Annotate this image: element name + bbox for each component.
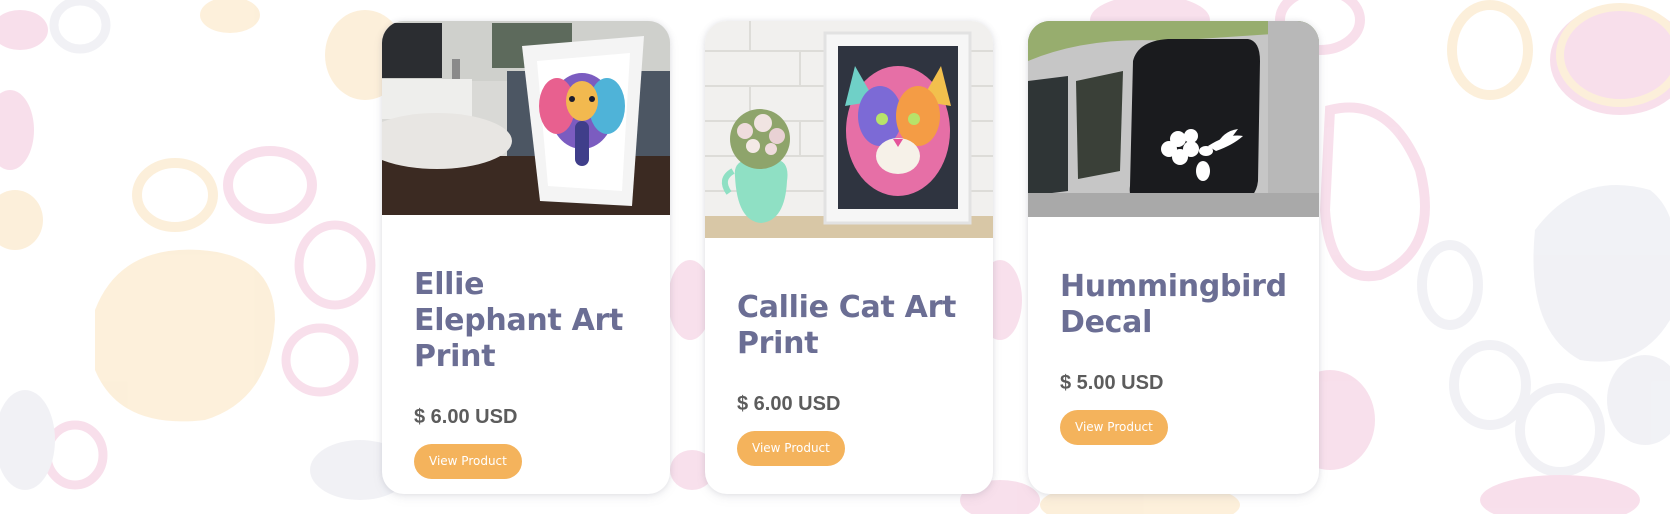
hummingbird-decal-photo[interactable]	[1028, 21, 1319, 217]
product-title[interactable]: Callie Cat Art Print	[737, 290, 961, 362]
product-price: $ 6.00 USD	[414, 406, 518, 428]
view-product-button[interactable]: View Product	[1060, 410, 1168, 445]
view-product-button[interactable]: View Product	[414, 444, 522, 479]
cat-print-photo[interactable]	[705, 21, 993, 238]
card-body: Hummingbird Decal $ 5.00 USD View Produc…	[1028, 217, 1319, 445]
card-body: Ellie Elephant Art Print $ 6.00 USD View…	[382, 215, 670, 479]
product-card[interactable]: Ellie Elephant Art Print $ 6.00 USD View…	[382, 21, 670, 494]
product-price: $ 6.00 USD	[737, 393, 841, 415]
product-card[interactable]: Hummingbird Decal $ 5.00 USD View Produc…	[1028, 21, 1319, 494]
view-product-button[interactable]: View Product	[737, 431, 845, 466]
product-card[interactable]: Callie Cat Art Print $ 6.00 USD View Pro…	[705, 21, 993, 494]
product-price: $ 5.00 USD	[1060, 372, 1164, 394]
card-body: Callie Cat Art Print $ 6.00 USD View Pro…	[705, 238, 993, 466]
product-title[interactable]: Hummingbird Decal	[1060, 269, 1287, 341]
elephant-print-photo[interactable]	[382, 21, 670, 215]
product-title[interactable]: Ellie Elephant Art Print	[414, 267, 638, 375]
product-grid: Ellie Elephant Art Print $ 6.00 USD View…	[0, 0, 1670, 514]
